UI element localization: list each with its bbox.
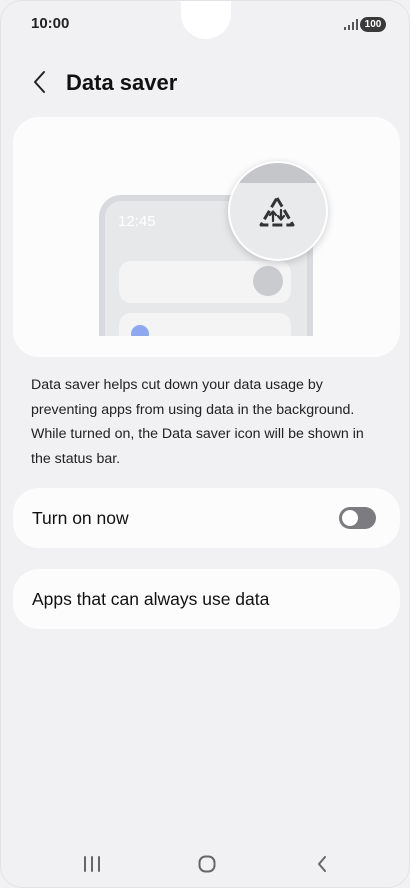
illustration-clip <box>13 336 400 357</box>
illustration-time: 12:45 <box>118 213 156 230</box>
status-bar: 10:00 100 <box>1 1 409 49</box>
nav-back-button[interactable] <box>302 849 342 879</box>
toggle-knob <box>342 510 358 526</box>
recents-button[interactable] <box>72 849 112 879</box>
recents-icon <box>84 856 100 872</box>
description-text: Data saver helps cut down your data usag… <box>31 377 364 467</box>
apps-always-use-data-row[interactable]: Apps that can always use data <box>13 569 400 629</box>
camera-notch <box>181 1 231 39</box>
turn-on-now-row[interactable]: Turn on now <box>13 488 400 548</box>
back-icon <box>318 856 326 872</box>
magnifier-lens <box>228 161 328 261</box>
illustration-avatar <box>253 266 283 296</box>
chevron-left-icon <box>34 71 45 93</box>
app-header: Data saver <box>1 57 409 109</box>
data-saver-icon <box>259 196 295 227</box>
back-button[interactable] <box>25 67 55 97</box>
status-time: 10:00 <box>31 15 70 32</box>
battery-icon: 100 <box>360 17 386 32</box>
navigation-bar <box>1 839 409 887</box>
illustration-row <box>119 261 291 303</box>
signal-icon <box>344 19 358 30</box>
illustration-card: 12:45 <box>13 117 400 357</box>
magnifier-statusbar <box>230 163 326 183</box>
phone-screen: 10:00 100 Data saver 12:45 Data saver he… <box>0 0 410 888</box>
turn-on-now-label: Turn on now <box>32 508 129 528</box>
home-icon <box>198 855 216 873</box>
home-button[interactable] <box>187 849 227 879</box>
apps-always-use-data-label: Apps that can always use data <box>32 589 270 609</box>
turn-on-now-toggle[interactable] <box>339 507 376 529</box>
page-title: Data saver <box>66 70 178 95</box>
